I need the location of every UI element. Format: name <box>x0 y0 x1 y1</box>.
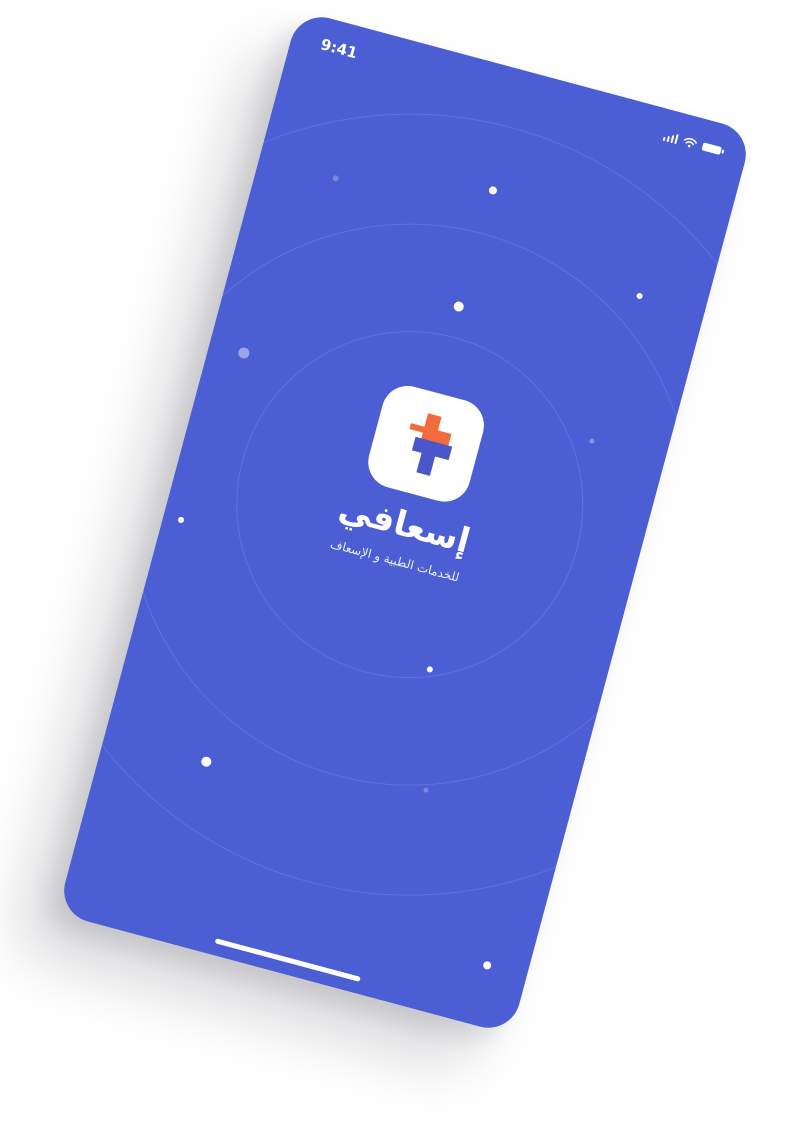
battery-icon <box>701 142 722 155</box>
decorative-dot <box>482 960 493 971</box>
status-bar-time: 9:41 <box>318 35 360 63</box>
status-bar-icons <box>662 131 723 156</box>
wifi-icon <box>683 137 697 148</box>
phone-screen: 9:41 إسعافي للخدمات الطبية و الإسعاف <box>57 10 753 1035</box>
home-indicator[interactable] <box>214 938 361 982</box>
cellular-signal-icon <box>662 131 679 145</box>
mockup-stage: 9:41 إسعافي للخدمات الطبية و الإسعاف <box>0 0 785 1145</box>
